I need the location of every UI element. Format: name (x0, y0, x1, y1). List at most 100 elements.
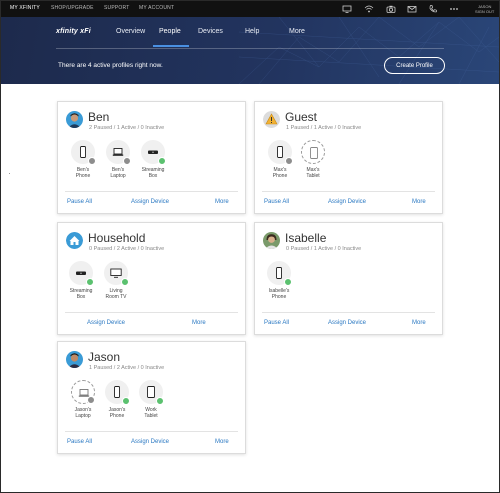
assign-device-link[interactable]: Assign Device (131, 439, 169, 445)
profile-card-jason: Jason 1 Paused / 2 Active / 0 Inactive J… (57, 341, 246, 454)
device-jasons-phone[interactable]: Jason's Phone (99, 380, 135, 419)
avatar-photo-icon (263, 232, 280, 249)
pause-all-link[interactable]: Pause All (264, 320, 289, 326)
device-label: Box (148, 173, 158, 179)
phone-icon (277, 146, 283, 158)
device-label: Tablet (144, 413, 158, 419)
card-divider (65, 431, 238, 432)
pause-all-link[interactable]: Pause All (264, 199, 289, 205)
header-divider (56, 48, 444, 49)
paused-status-icon (88, 157, 96, 165)
assign-device-link[interactable]: Assign Device (328, 199, 366, 205)
card-divider (262, 312, 435, 313)
device-isabelles-phone[interactable]: Isabelle's Phone (261, 261, 297, 300)
tab-people[interactable]: People (159, 28, 181, 35)
profile-name[interactable]: Jason (88, 350, 120, 364)
stray-dot (9, 173, 10, 174)
tv-icon (110, 268, 122, 278)
active-status-icon (122, 397, 130, 405)
page-header: xfinity xFi Overview People Devices Help… (1, 17, 499, 84)
profile-card-ben: Ben 2 Paused / 1 Active / 0 Inactive Ben… (57, 101, 246, 214)
more-link[interactable]: More (192, 320, 206, 326)
device-streaming-box[interactable]: Streaming Box (63, 261, 99, 300)
header-pattern (239, 17, 499, 84)
user-menu[interactable]: JASON SIGN OUT (475, 4, 494, 14)
tablet-icon (310, 147, 318, 159)
active-status-icon (86, 278, 94, 286)
tab-more[interactable]: More (289, 28, 305, 35)
profile-name[interactable]: Ben (88, 110, 109, 124)
utility-bar: MY XFINITY SHOP/UPGRADE SUPPORT MY ACCOU… (1, 1, 499, 17)
profile-stats: 2 Paused / 1 Active / 0 Inactive (89, 125, 165, 131)
device-label: Box (76, 294, 86, 300)
device-label: Phone (271, 294, 287, 300)
device-maxs-phone[interactable]: Max's Phone (262, 140, 298, 179)
tab-devices[interactable]: Devices (198, 28, 223, 35)
device-label: Phone (75, 173, 91, 179)
device-label: Phone (109, 413, 125, 419)
device-living-room-tv[interactable]: Living Room TV (98, 261, 134, 300)
active-profiles-status: There are 4 active profiles right now. (58, 62, 163, 69)
mail-icon[interactable] (407, 4, 417, 14)
profile-stats: 1 Paused / 2 Active / 0 Inactive (89, 365, 165, 371)
device-maxs-tablet[interactable]: Max's Tablet (295, 140, 331, 179)
card-divider (65, 312, 238, 313)
tab-help[interactable]: Help (245, 28, 259, 35)
pause-all-link[interactable]: Pause All (67, 439, 92, 445)
device-bens-phone[interactable]: Ben's Phone (65, 140, 101, 179)
more-link[interactable]: More (412, 320, 426, 326)
profile-name[interactable]: Household (88, 231, 145, 245)
streaming-box-icon (148, 150, 158, 154)
pause-all-link[interactable]: Pause All (67, 199, 92, 205)
profile-card-household: Household 0 Paused / 2 Active / 0 Inacti… (57, 222, 246, 335)
card-divider (65, 191, 238, 192)
phone-icon (80, 146, 86, 158)
avatar-photo-icon (66, 351, 83, 368)
active-status-icon (284, 278, 292, 286)
house-icon (66, 232, 83, 249)
my-account-link[interactable]: MY ACCOUNT (139, 5, 174, 11)
phone-icon[interactable] (428, 4, 438, 14)
device-label: Laptop (75, 413, 91, 419)
shop-upgrade-link[interactable]: SHOP/UPGRADE (51, 5, 94, 11)
assign-device-link[interactable]: Assign Device (131, 199, 169, 205)
xfinity-xfi-logo[interactable]: xfinity xFi (56, 28, 91, 35)
device-label: Laptop (110, 173, 126, 179)
profile-card-guest: Guest 1 Paused / 1 Active / 0 Inactive M… (254, 101, 443, 214)
camera-icon[interactable] (386, 4, 396, 14)
device-work-tablet[interactable]: Work Tablet (133, 380, 169, 419)
device-jasons-laptop[interactable]: Jason's Laptop (65, 380, 101, 419)
device-bens-laptop[interactable]: Ben's Laptop (100, 140, 136, 179)
profile-card-isabelle: Isabelle 0 Paused / 1 Active / 0 Inactiv… (254, 222, 443, 335)
tablet-icon (147, 386, 155, 398)
profile-stats: 0 Paused / 1 Active / 0 Inactive (286, 246, 362, 252)
profile-stats: 0 Paused / 2 Active / 0 Inactive (89, 246, 165, 252)
more-link[interactable]: More (215, 439, 229, 445)
active-status-icon (158, 157, 166, 165)
device-label: Tablet (306, 173, 320, 179)
tab-overview[interactable]: Overview (116, 28, 145, 35)
warning-icon (263, 111, 280, 128)
sign-out-link[interactable]: SIGN OUT (475, 9, 494, 14)
tv-icon[interactable] (342, 4, 352, 14)
active-status-icon (121, 278, 129, 286)
support-link[interactable]: SUPPORT (104, 5, 129, 11)
streaming-box-icon (76, 271, 86, 275)
active-tab-indicator (153, 45, 189, 47)
more-link[interactable]: More (412, 199, 426, 205)
paused-status-icon (285, 157, 293, 165)
wifi-icon[interactable] (364, 4, 374, 14)
assign-device-link[interactable]: Assign Device (328, 320, 366, 326)
profile-name[interactable]: Isabelle (285, 231, 326, 245)
paused-status-icon (87, 396, 95, 404)
profile-name[interactable]: Guest (285, 110, 317, 124)
assign-device-link[interactable]: Assign Device (87, 320, 125, 326)
device-streaming-box[interactable]: Streaming Box (135, 140, 171, 179)
more-link[interactable]: More (215, 199, 229, 205)
more-icon[interactable] (449, 4, 459, 14)
card-divider (262, 191, 435, 192)
laptop-icon (112, 148, 124, 156)
create-profile-button[interactable]: Create Profile (384, 57, 445, 74)
my-xfinity-link[interactable]: MY XFINITY (10, 5, 40, 11)
paused-status-icon (123, 157, 131, 165)
